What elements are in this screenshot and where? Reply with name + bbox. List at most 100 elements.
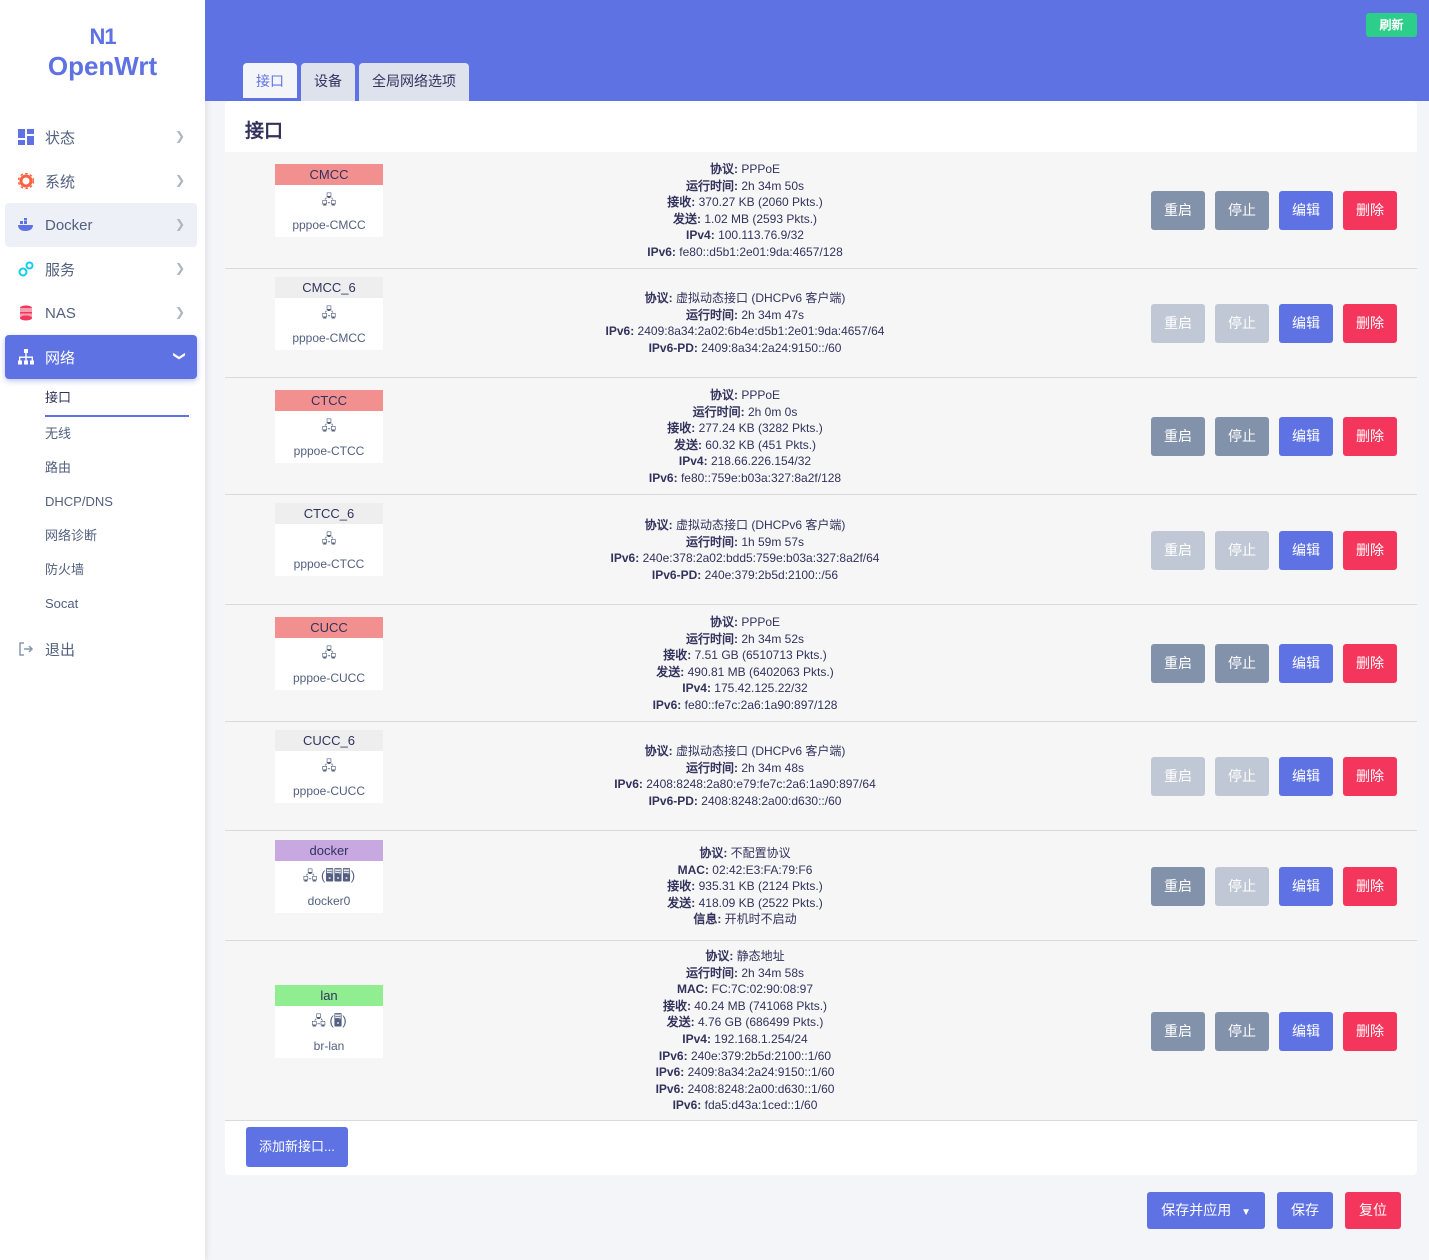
save-apply-button[interactable]: 保存并应用 ▼ <box>1147 1192 1265 1229</box>
restart-button[interactable]: 重启 <box>1151 644 1205 683</box>
tab-interfaces[interactable]: 接口 <box>243 63 297 101</box>
submenu-item-firewall[interactable]: 防火墙 <box>45 553 205 587</box>
info-value: 静态地址 <box>736 949 785 963</box>
sidebar: N1 OpenWrt 状态 ❯ 系统 ❯ Docker ❯ 服务 ❯ NAS ❯… <box>0 0 205 1260</box>
interface-row: CUCC 🖧 pppoe-CUCC 协议: PPPoE 运行时间: 2h 34m 52s… <box>225 605 1417 722</box>
stop-button[interactable]: 停止 <box>1215 644 1269 683</box>
restart-button[interactable]: 重启 <box>1151 191 1205 230</box>
delete-button[interactable]: 删除 <box>1343 867 1397 906</box>
submenu-item-socat[interactable]: Socat <box>45 587 205 621</box>
info-line: IPv6-PD: 2408:8248:2a00:d630::/60 <box>485 793 1005 810</box>
restart-button[interactable]: 重启 <box>1151 757 1205 796</box>
interface-device: br-lan <box>313 1039 345 1053</box>
add-interface-button[interactable]: 添加新接口... <box>246 1127 348 1167</box>
tab-global-options[interactable]: 全局网络选项 <box>359 63 469 101</box>
delete-button[interactable]: 删除 <box>1343 304 1397 343</box>
submenu-item-routes[interactable]: 路由 <box>45 451 205 485</box>
sidebar-item-label: 系统 <box>45 173 76 191</box>
submenu-item-wireless[interactable]: 无线 <box>45 417 205 451</box>
sidebar-item-label: 退出 <box>45 641 76 659</box>
info-line: MAC: FC:7C:02:90:08:97 <box>485 981 1005 998</box>
network-device-icon: 🖧 <box>321 305 337 320</box>
refresh-button[interactable]: 刷新 <box>1366 13 1417 37</box>
info-line: 接收: 40.24 MB (741068 Pkts.) <box>485 998 1005 1015</box>
stop-button[interactable]: 停止 <box>1215 191 1269 230</box>
info-line: 发送: 4.76 GB (686499 Pkts.) <box>485 1014 1005 1031</box>
edit-button[interactable]: 编辑 <box>1279 644 1333 683</box>
info-key: IPv6: <box>610 551 640 566</box>
sidebar-item-status[interactable]: 状态 ❯ <box>5 115 197 159</box>
save-button[interactable]: 保存 <box>1277 1192 1333 1229</box>
info-key: 接收: <box>667 421 696 436</box>
restart-button[interactable]: 重启 <box>1151 304 1205 343</box>
info-key: 协议: <box>644 518 673 532</box>
edit-button[interactable]: 编辑 <box>1279 531 1333 570</box>
logo-openwrt: OpenWrt <box>47 51 158 81</box>
info-value: 490.81 MB (6402063 Pkts.) <box>687 664 834 679</box>
info-line: IPv6: 240e:379:2b5d:2100::1/60 <box>485 1048 1005 1065</box>
restart-button[interactable]: 重启 <box>1151 867 1205 906</box>
interface-info: 协议: 虚拟动态接口 (DHCPv6 客户端) 运行时间: 1h 59m 57s I… <box>485 517 1005 583</box>
info-line: 发送: 490.81 MB (6402063 Pkts.) <box>485 664 1005 681</box>
info-key: 发送: <box>672 211 701 226</box>
sidebar-item-services[interactable]: 服务 ❯ <box>5 247 197 291</box>
info-line: 运行时间: 2h 34m 52s <box>485 631 1005 648</box>
delete-button[interactable]: 删除 <box>1343 1012 1397 1051</box>
page-title: 接口 <box>245 121 284 142</box>
info-line: IPv6: 2408:8248:2a00:d630::1/60 <box>485 1081 1005 1098</box>
stop-button[interactable]: 停止 <box>1215 1012 1269 1051</box>
sidebar-item-nas[interactable]: NAS ❯ <box>5 291 197 335</box>
interface-name: CUCC_6 <box>275 730 383 751</box>
reset-button[interactable]: 复位 <box>1345 1192 1401 1229</box>
edit-button[interactable]: 编辑 <box>1279 757 1333 796</box>
restart-button[interactable]: 重启 <box>1151 417 1205 456</box>
logo[interactable]: N1 OpenWrt <box>0 0 205 115</box>
services-icon <box>17 260 35 278</box>
tab-devices[interactable]: 设备 <box>301 63 355 101</box>
info-key: IPv4: <box>682 681 711 696</box>
delete-button[interactable]: 删除 <box>1343 191 1397 230</box>
info-key: 协议: <box>644 744 673 758</box>
info-key: 运行时间: <box>685 631 738 646</box>
sidebar-item-system[interactable]: 系统 ❯ <box>5 159 197 203</box>
restart-button[interactable]: 重启 <box>1151 1012 1205 1051</box>
info-key: IPv6-PD: <box>648 793 698 808</box>
edit-button[interactable]: 编辑 <box>1279 417 1333 456</box>
edit-button[interactable]: 编辑 <box>1279 1012 1333 1051</box>
stop-button[interactable]: 停止 <box>1215 867 1269 906</box>
info-value: 40.24 MB (741068 Pkts.) <box>694 998 828 1013</box>
sidebar-item-docker[interactable]: Docker ❯ <box>5 203 197 247</box>
tab-bar: 接口 设备 全局网络选项 <box>243 63 473 101</box>
stop-button[interactable]: 停止 <box>1215 417 1269 456</box>
sidebar-item-network[interactable]: 网络 ❯ <box>5 335 197 379</box>
delete-button[interactable]: 删除 <box>1343 531 1397 570</box>
stop-button[interactable]: 停止 <box>1215 531 1269 570</box>
sidebar-item-logout[interactable]: 退出 <box>5 627 197 671</box>
edit-button[interactable]: 编辑 <box>1279 304 1333 343</box>
info-value: 418.09 KB (2522 Pkts.) <box>698 895 823 910</box>
info-value: fe80::d5b1:2e01:9da:4657/128 <box>679 244 843 259</box>
edit-button[interactable]: 编辑 <box>1279 191 1333 230</box>
info-key: 发送: <box>656 664 685 679</box>
info-key: MAC: <box>677 862 709 877</box>
submenu-item-interfaces[interactable]: 接口 <box>45 383 189 417</box>
interface-device: pppoe-CMCC <box>292 331 366 345</box>
info-value: 2h 0m 0s <box>747 404 798 419</box>
stop-button[interactable]: 停止 <box>1215 757 1269 796</box>
interface-list: CMCC 🖧 pppoe-CMCC 协议: PPPoE 运行时间: 2h 34m 50s… <box>225 152 1417 1121</box>
restart-button[interactable]: 重启 <box>1151 531 1205 570</box>
sidebar-item-label: NAS <box>45 304 76 322</box>
info-key: 信息: <box>693 912 722 927</box>
info-line: 运行时间: 2h 34m 50s <box>485 178 1005 195</box>
info-line: 协议: 虚拟动态接口 (DHCPv6 客户端) <box>485 743 1005 760</box>
submenu-item-diagnostics[interactable]: 网络诊断 <box>45 519 205 553</box>
submenu-item-dhcp-dns[interactable]: DHCP/DNS <box>45 485 205 519</box>
delete-button[interactable]: 删除 <box>1343 417 1397 456</box>
edit-button[interactable]: 编辑 <box>1279 867 1333 906</box>
stop-button[interactable]: 停止 <box>1215 304 1269 343</box>
delete-button[interactable]: 删除 <box>1343 757 1397 796</box>
info-value: FC:7C:02:90:08:97 <box>711 982 814 997</box>
info-key: IPv4: <box>686 228 715 243</box>
delete-button[interactable]: 删除 <box>1343 644 1397 683</box>
interface-row: CTCC 🖧 pppoe-CTCC 协议: PPPoE 运行时间: 2h 0m 0s 接收… <box>225 378 1417 495</box>
